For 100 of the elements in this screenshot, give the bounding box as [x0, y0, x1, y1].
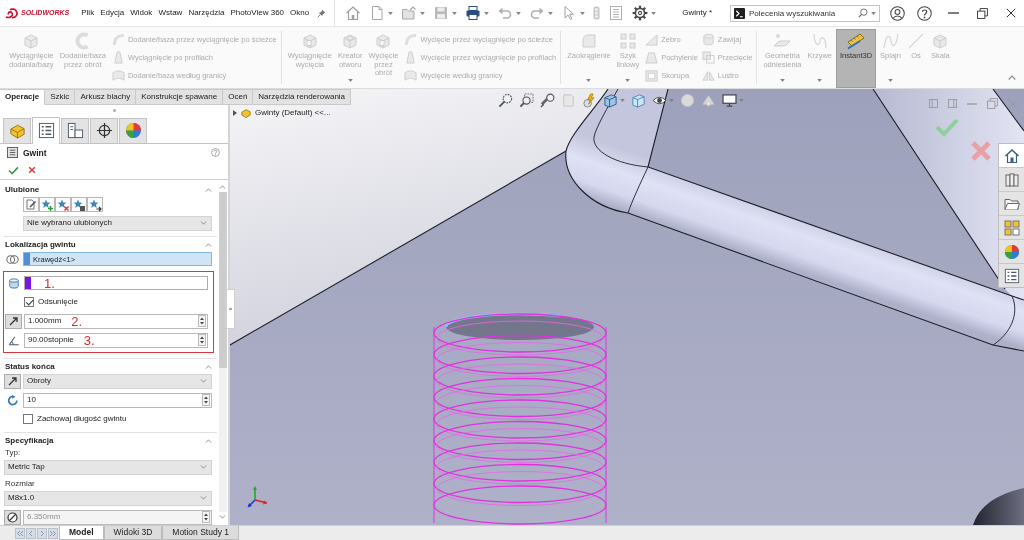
menu-item[interactable]: PhotoView 360	[230, 6, 285, 20]
dropdown[interactable]: M8x1.0	[4, 490, 212, 506]
dropdown[interactable]: Obroty	[23, 373, 212, 389]
restore-icon[interactable]	[977, 7, 988, 19]
caret-icon[interactable]	[452, 11, 458, 15]
chevron-up-icon[interactable]	[205, 438, 212, 443]
checkbox-label[interactable]: Zachowaj długość gwintu	[37, 414, 127, 424]
cube-icon[interactable]	[631, 93, 646, 108]
caret-icon[interactable]	[516, 11, 522, 15]
undo-arrow-icon[interactable]	[497, 5, 514, 21]
double-arrow-right-icon[interactable]	[48, 527, 58, 539]
manager-tab[interactable]	[61, 117, 89, 143]
pin-icon[interactable]	[317, 8, 327, 18]
search-icon[interactable]	[858, 8, 868, 18]
menu-item[interactable]: Plik	[81, 6, 95, 20]
list-page-icon[interactable]	[608, 5, 625, 21]
star-cross-icon[interactable]	[55, 196, 71, 212]
dropdown[interactable]: Metric Tap	[4, 459, 212, 475]
task-pane-tab[interactable]	[999, 216, 1024, 239]
menu-item[interactable]: Okno	[290, 6, 310, 20]
task-pane-tab[interactable]	[999, 192, 1024, 215]
caret-icon[interactable]	[484, 11, 490, 15]
caret-icon[interactable]	[388, 11, 394, 15]
command-tab[interactable]: Konstrukcje spawane	[136, 89, 224, 105]
command-tab[interactable]: Narzędzia renderowania	[253, 89, 352, 105]
task-pane-tab[interactable]	[999, 144, 1024, 167]
checkbox-label[interactable]: Odsunięcie	[38, 297, 79, 307]
caret-icon[interactable]	[548, 11, 554, 15]
chevron-up-icon[interactable]	[205, 187, 212, 192]
checkmark-icon[interactable]	[8, 165, 19, 175]
redo-arrow-icon[interactable]	[529, 5, 546, 21]
checkbox[interactable]	[24, 297, 34, 308]
expand-caret-icon[interactable]	[233, 110, 237, 116]
home-icon[interactable]	[345, 5, 362, 21]
checkmark-icon[interactable]	[935, 117, 959, 137]
bottom-tab[interactable]: Widoki 3D	[103, 526, 163, 540]
task-pane-tab[interactable]	[999, 168, 1024, 191]
magnifier-bar-icon[interactable]	[540, 93, 555, 108]
chevron-up-icon[interactable]	[1008, 75, 1016, 80]
arrow-left-icon[interactable]	[26, 527, 36, 539]
cross-icon[interactable]	[28, 166, 36, 175]
menu-item[interactable]: Wstaw	[158, 6, 183, 20]
eye-icon[interactable]	[652, 95, 667, 106]
user-icon[interactable]	[890, 5, 905, 21]
number-field[interactable]: 90.00stopnie 3.	[24, 332, 208, 348]
checkbox[interactable]	[23, 414, 33, 425]
number-field[interactable]: 10	[23, 392, 212, 408]
task-pane-tab[interactable]	[999, 264, 1024, 287]
chevron-up-icon[interactable]	[205, 242, 212, 247]
caret-icon[interactable]	[871, 11, 876, 15]
arrow-right-icon[interactable]	[37, 527, 47, 539]
command-tab[interactable]: Arkusz blachy	[75, 89, 137, 105]
number-field[interactable]: 1.000mm 2.	[24, 313, 208, 329]
monitor-icon[interactable]	[722, 94, 737, 107]
page-pencil-icon[interactable]	[23, 196, 39, 212]
spin-arrows-icon[interactable]	[198, 315, 206, 328]
menu-item[interactable]: Widok	[130, 6, 153, 20]
manager-tab[interactable]	[90, 117, 118, 143]
magnifier-icon[interactable]	[498, 93, 513, 108]
task-pane-tab[interactable]	[999, 240, 1024, 263]
command-tab[interactable]: Oceń	[223, 89, 254, 105]
logo-icon	[5, 7, 19, 19]
caret-icon[interactable]	[620, 99, 625, 102]
dropdown[interactable]: Nie wybrano ulubionych	[23, 215, 212, 231]
settings-icon[interactable]	[632, 5, 649, 21]
document-icon[interactable]	[369, 5, 386, 21]
chevron-down-icon[interactable]	[219, 515, 226, 519]
panel-collapse-handle[interactable]	[226, 289, 235, 329]
scrollbar-thumb[interactable]	[218, 191, 227, 368]
star-plus-icon[interactable]	[39, 196, 55, 212]
star-square-icon[interactable]	[71, 196, 87, 212]
printer-icon[interactable]	[465, 5, 482, 21]
chevron-up-icon[interactable]	[219, 184, 226, 189]
caret-icon[interactable]	[580, 11, 586, 15]
bottom-tab[interactable]: Model	[59, 526, 104, 540]
spin-arrows-icon[interactable]	[198, 334, 206, 347]
caret-icon[interactable]	[651, 11, 657, 15]
bottom-tab[interactable]: Motion Study 1	[162, 526, 239, 540]
command-tab[interactable]: Operacje	[0, 89, 46, 105]
triangle-icon[interactable]	[701, 93, 716, 108]
window-split-icon[interactable]	[948, 99, 957, 108]
cube-icon[interactable]	[603, 93, 618, 108]
lightning-icon[interactable]	[582, 93, 597, 108]
chevron-up-icon[interactable]	[205, 364, 212, 369]
help-icon[interactable]	[917, 5, 932, 21]
folder-icon[interactable]	[401, 5, 418, 21]
caret-icon[interactable]	[420, 11, 426, 15]
search-field[interactable]: Polecenia wyszukiwania	[730, 4, 880, 22]
close-icon[interactable]	[1006, 8, 1016, 18]
selection-field[interactable]: 1.	[24, 276, 208, 291]
manager-tab[interactable]	[32, 116, 60, 144]
command-tab[interactable]: Szkic	[45, 89, 76, 105]
scrollbar[interactable]	[218, 191, 227, 512]
menu-item[interactable]: Narzędzia	[188, 6, 225, 20]
chevron-down-icon	[200, 379, 207, 384]
spin-arrows-icon[interactable]	[202, 394, 210, 407]
tree-item-label[interactable]: Gwinty (Default) <<...	[255, 108, 331, 118]
grip-dot-icon[interactable]	[112, 109, 116, 113]
double-arrow-left-icon[interactable]	[15, 527, 25, 539]
menu-item[interactable]: Edycja	[100, 6, 125, 20]
